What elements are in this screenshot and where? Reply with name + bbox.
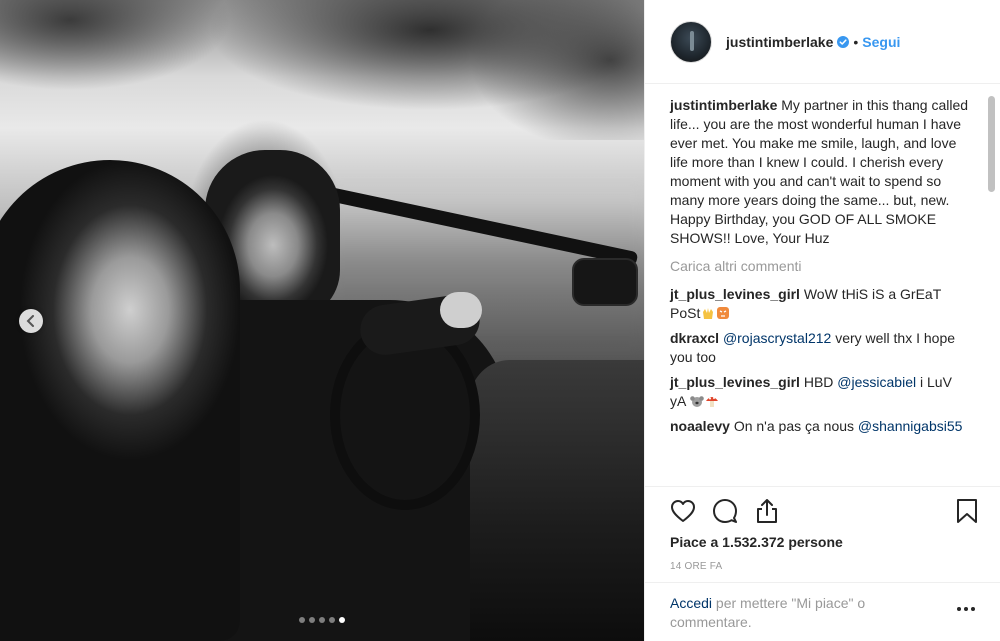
heart-icon[interactable] (669, 497, 697, 525)
caption: justintimberlake My partner in this than… (670, 96, 970, 248)
photo-dashboard (470, 360, 644, 641)
comment-item: dkraxcl @rojascrystal212 very well thx I… (670, 329, 970, 367)
comment-text: HBD (803, 374, 838, 390)
mushroom-emoji-icon (706, 397, 719, 407)
carousel-prev-button[interactable] (19, 309, 43, 333)
comment-username[interactable]: jt_plus_levines_girl (670, 286, 800, 302)
carousel-dot (299, 617, 305, 623)
post-timestamp[interactable]: 14 ORE FA (670, 561, 722, 572)
bookmark-icon[interactable] (953, 497, 981, 525)
scrollbar-thumb[interactable] (988, 96, 995, 192)
comment-username[interactable]: jt_plus_levines_girl (670, 374, 800, 390)
carousel-dot (319, 617, 325, 623)
likes-count[interactable]: Piace a 1.532.372 persone (670, 534, 843, 550)
comment-item: jt_plus_levines_girl HBD @jessicabiel i … (670, 373, 970, 411)
photo-trees (0, 0, 644, 140)
follow-button[interactable]: Segui (862, 34, 900, 50)
comment-mention[interactable]: @rojascrystal212 (723, 330, 831, 346)
avatar[interactable] (670, 20, 712, 63)
login-link[interactable]: Accedi (670, 595, 712, 611)
carousel-dots (0, 617, 644, 623)
header-username[interactable]: justintimberlake (726, 34, 833, 50)
comment-text: On n'a pas ça nous (733, 418, 858, 434)
comment-mention[interactable]: @shannigabsi55 (858, 418, 963, 434)
comment-icon[interactable] (711, 497, 739, 525)
photo-hand (440, 292, 482, 328)
comment-mention[interactable]: @jessicabiel (837, 374, 916, 390)
post-photo[interactable] (0, 0, 644, 641)
comments-list: justintimberlake My partner in this than… (670, 96, 970, 438)
photo-woman (0, 160, 240, 641)
carousel-dot (309, 617, 315, 623)
comment-username[interactable]: dkraxcl (670, 330, 719, 346)
header-separator: • (853, 33, 859, 50)
raised-hands-emoji-icon (703, 308, 714, 319)
koala-emoji-icon (690, 396, 705, 407)
post-footer: Accedi per mettere "Mi piace" o commenta… (645, 582, 1000, 641)
share-icon[interactable] (753, 497, 781, 525)
comment-username[interactable]: noaalevy (670, 418, 730, 434)
comment-item: noaalevy On n'a pas ça nous @shannigabsi… (670, 417, 970, 436)
chevron-left-icon (26, 315, 34, 327)
post-actions (645, 486, 1000, 532)
carousel-dot (329, 617, 335, 623)
verified-badge-icon (837, 35, 850, 48)
caption-text: My partner in this thang called life... … (670, 97, 969, 246)
load-more-comments-button[interactable]: Carica altri commenti (670, 257, 970, 276)
caption-username[interactable]: justintimberlake (670, 97, 777, 113)
photo-rearview-mirror (572, 258, 638, 306)
login-prompt: Accedi per mettere "Mi piace" o commenta… (670, 594, 910, 632)
angry-face-emoji-icon (717, 307, 730, 319)
carousel-dot-active (339, 617, 345, 623)
comment-item: jt_plus_levines_girl WoW tHiS iS a GrEaT… (670, 285, 970, 323)
post-side-panel: justintimberlake • Segui justintimberlak… (644, 0, 1000, 641)
more-options-icon[interactable] (954, 599, 978, 619)
post-header: justintimberlake • Segui (645, 0, 1000, 84)
comments-scrollbar[interactable] (985, 90, 997, 480)
